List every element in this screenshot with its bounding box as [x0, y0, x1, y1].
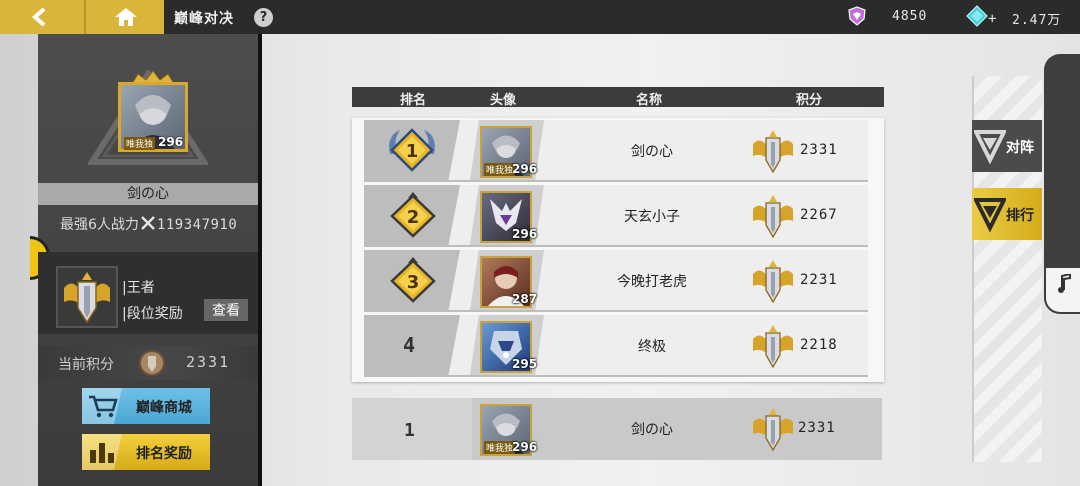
my-player-name: 剑の心 — [631, 422, 673, 438]
peak-shop-label: 巅峰商城 — [136, 400, 192, 416]
rank-number: 1 — [406, 141, 419, 162]
back-button[interactable] — [0, 0, 84, 34]
power-value: 119347910 — [156, 217, 238, 233]
rank-number: 2 — [407, 207, 420, 228]
shield-coin-icon — [848, 6, 866, 26]
my-rank-number: 1 — [404, 420, 415, 441]
power-label: 最强6人战力 — [60, 217, 139, 233]
row-score: 2218 — [800, 337, 838, 353]
battle-emblem-icon — [974, 130, 1006, 164]
tab-ranking-label: 排行 — [1006, 208, 1034, 224]
rank-1-medal-icon: 1 — [389, 128, 435, 172]
portrait-tag: 唯我独 — [484, 163, 516, 176]
my-score: 2331 — [798, 420, 836, 436]
row-player-name: 终极 — [638, 339, 666, 355]
diamond-value: 2.47万 — [1012, 13, 1062, 28]
king-rank-badge-icon — [753, 130, 793, 174]
view-rank-reward-button[interactable]: 查看 — [204, 299, 248, 323]
col-score: 积分 — [796, 93, 823, 108]
page-title: 巅峰对决 — [174, 11, 234, 27]
rank-2-medal-icon: 2 — [390, 192, 436, 238]
ranking-reward-label: 排名奖励 — [136, 446, 192, 462]
current-score-value: 2331 — [186, 353, 231, 371]
shopping-cart-icon — [89, 395, 118, 418]
my-portrait-tag: 唯我独 — [484, 441, 516, 454]
ranking-emblem-icon — [974, 198, 1006, 232]
col-name: 名称 — [636, 93, 663, 108]
crossed-swords-icon — [141, 216, 155, 230]
rank-number: 4 — [403, 333, 416, 357]
king-rank-badge-icon — [753, 260, 793, 304]
king-rank-badge-icon — [64, 272, 110, 324]
current-score-label: 当前积分 — [58, 357, 114, 373]
score-medal-icon — [139, 350, 165, 376]
row-player-name: 天玄小子 — [624, 209, 680, 225]
my-portrait-level: 296 — [512, 440, 538, 454]
edge-drawer-inner — [1046, 268, 1080, 312]
diamond-icon — [966, 5, 988, 27]
portrait-level: 295 — [512, 357, 538, 371]
panel-divider — [258, 34, 262, 486]
peak-shop-button[interactable]: 巅峰商城 — [82, 388, 210, 424]
ranking-reward-button[interactable]: 排名奖励 — [82, 434, 210, 470]
rank-badge — [56, 266, 118, 328]
col-rank: 排名 — [400, 93, 427, 108]
bar-chart-icon — [90, 443, 114, 463]
row-score: 2331 — [800, 142, 838, 158]
king-rank-badge-icon — [753, 408, 793, 452]
portrait-level: 296 — [512, 227, 538, 241]
row-score: 2267 — [800, 207, 838, 223]
add-diamond-button[interactable]: + — [988, 11, 997, 27]
king-rank-badge-icon — [753, 325, 793, 369]
help-icon[interactable]: ? — [254, 8, 273, 27]
rank-number: 3 — [407, 272, 420, 293]
rank-title: |王者 — [122, 280, 155, 296]
home-icon — [115, 8, 137, 26]
portrait-level: 287 — [512, 292, 538, 306]
rank-3-medal-icon: 3 — [390, 257, 436, 303]
ranking-table-header: 排名 头像 名称 积分 — [352, 87, 884, 108]
row-score: 2231 — [800, 272, 838, 288]
row-player-name: 今晚打老虎 — [617, 274, 687, 290]
tab-ranking[interactable]: 排行 — [972, 188, 1042, 240]
honor-points-value: 4850 — [892, 9, 928, 24]
portrait-level: 296 — [512, 162, 538, 176]
tab-battle[interactable]: 对阵 — [972, 120, 1042, 172]
avatar-level: 296 — [158, 135, 184, 149]
player-name: 剑の心 — [38, 183, 258, 205]
home-button[interactable] — [84, 0, 164, 34]
music-note-icon — [1058, 274, 1071, 293]
back-arrow-icon — [31, 7, 46, 27]
tab-battle-label: 对阵 — [1006, 140, 1034, 156]
col-avatar: 头像 — [490, 93, 517, 108]
power-row: 最强6人战力 119347910 — [60, 214, 237, 234]
rank-reward-label: |段位奖励 — [122, 306, 183, 322]
row-player-name: 剑の心 — [631, 144, 673, 160]
avatar-tag: 唯我独 — [124, 137, 156, 150]
king-rank-badge-icon — [753, 195, 793, 239]
